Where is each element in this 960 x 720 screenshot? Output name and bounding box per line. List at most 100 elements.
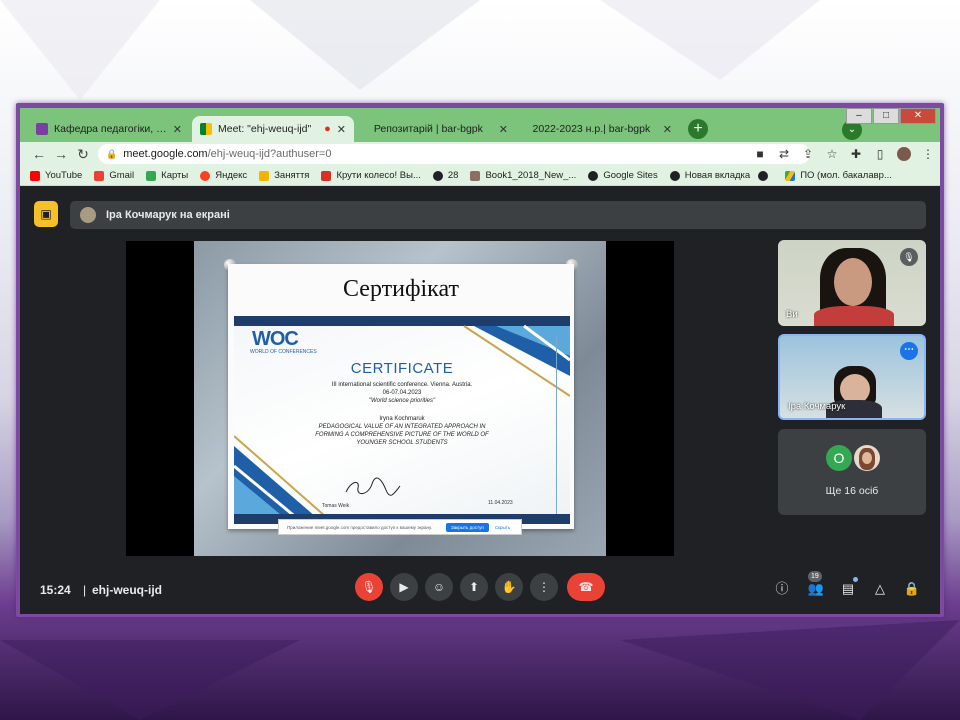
emoji-icon: ☺ <box>432 580 446 594</box>
info-icon: ⓘ <box>775 581 789 596</box>
classroom-icon <box>36 123 48 135</box>
meeting-details-button[interactable]: ⓘ <box>772 579 792 599</box>
bookmark-label: ПО (мол. бакалавр... <box>800 170 892 181</box>
yandex-icon <box>200 170 211 181</box>
host-controls-button[interactable]: 🔒 <box>902 579 922 599</box>
bookmark-google-sites[interactable]: Google Sites <box>588 170 658 181</box>
address-bar[interactable]: 🔒 meet.google.com/ehj-weuq-ijd?authuser=… <box>98 144 810 164</box>
hide-notice-link[interactable]: Скрыть <box>495 525 510 530</box>
bookmark-classes[interactable]: Заняття <box>259 170 309 181</box>
profile-avatar[interactable] <box>897 147 911 161</box>
recording-icon: ● <box>324 123 331 135</box>
meeting-controls-bar: 15:24 | ehj-weuq-ijd 🎙 ▶ ☺ ⬆ ✋ ⋮ ☎ ⓘ 👥 1… <box>20 567 940 614</box>
bookmark-maps[interactable]: Карты <box>146 170 188 181</box>
minimize-button[interactable]: – <box>846 108 872 124</box>
reactions-button[interactable]: ☺ <box>425 573 453 601</box>
certificate-topic: YOUNGER SCHOOL STUDENTS <box>356 440 448 446</box>
forward-icon[interactable]: → <box>50 146 72 162</box>
mic-off-icon: 🎙 <box>900 248 918 266</box>
close-icon[interactable]: ✕ <box>499 123 508 136</box>
chat-button[interactable]: ▤ <box>838 577 858 599</box>
camera-toggle-button[interactable]: ▶ <box>390 573 418 601</box>
stop-sharing-button[interactable]: Закрыть доступ <box>446 522 489 532</box>
close-icon[interactable]: ✕ <box>337 123 346 136</box>
back-icon[interactable]: ← <box>28 146 50 162</box>
bookmark-drive[interactable]: ПО (мол. бакалавр... <box>785 170 892 181</box>
activities-button[interactable]: △ <box>870 579 890 599</box>
woc-logo-subtitle: WORLD OF CONFERENCES <box>250 349 317 355</box>
certificate-topic: FORMING A COMPREHENSIVE PICTURE OF THE W… <box>315 432 489 438</box>
menu-icon[interactable]: ⋮ <box>916 147 940 161</box>
bookmark-new-tab[interactable]: Новая вкладка <box>669 170 750 181</box>
presenter-avatar <box>80 207 96 223</box>
shared-screen: Сертифікат WOC WORLD OF CONFERENCES CERT… <box>194 241 606 556</box>
google-icon <box>94 170 105 181</box>
tab-strip: Кафедра педагогіки, психології ✕ Meet: "… <box>20 108 940 142</box>
close-icon[interactable]: ✕ <box>173 123 182 136</box>
url-host: meet.google.com <box>123 148 208 160</box>
raise-hand-button[interactable]: ✋ <box>495 573 523 601</box>
more-vert-icon: ⋮ <box>538 580 550 594</box>
close-window-button[interactable]: ✕ <box>900 108 936 124</box>
bookmark-28[interactable]: 28 <box>432 170 459 181</box>
more-options-icon[interactable]: ⋯ <box>900 342 918 360</box>
people-count-badge: 19 <box>808 571 822 582</box>
share-icon[interactable]: ⇪ <box>796 147 820 161</box>
certificate-recipient: Iryna Kochmaruk <box>379 416 425 422</box>
bookmark-label: YouTube <box>45 170 83 181</box>
tab-kafedra[interactable]: Кафедра педагогіки, психології ✕ <box>28 116 190 142</box>
present-button[interactable]: ⬆ <box>460 573 488 601</box>
certificate-line: "World science priorities" <box>368 398 436 404</box>
present-screen-icon: ⬆ <box>468 580 480 594</box>
globe-icon <box>588 170 599 181</box>
tab-repozytarii[interactable]: Репозитарій | bar-bgpk ✕ <box>356 116 516 142</box>
more-participants-tile[interactable]: O Ще 16 осіб <box>778 429 926 515</box>
hang-up-icon: ☎ <box>578 580 594 594</box>
tab-label: Meet: "ehj-weuq-ijd" <box>218 123 312 135</box>
people-icon: 👥 <box>807 581 825 596</box>
maximize-button[interactable]: □ <box>873 108 899 124</box>
bookmark-yandex[interactable]: Яндекс <box>200 170 247 181</box>
bookmark-globe[interactable] <box>758 170 773 181</box>
participant-tile-self[interactable]: 🎙 Ви <box>778 240 926 326</box>
presenter-bar: Іра Кочмарук на екрані <box>70 201 926 229</box>
browser-window: Кафедра педагогіки, психології ✕ Meet: "… <box>20 108 940 614</box>
presentation-lock-button[interactable]: ▣ <box>34 201 58 227</box>
close-icon[interactable]: ✕ <box>663 123 672 136</box>
translate-icon[interactable]: ⇄ <box>772 147 796 161</box>
meeting-code: ehj-weuq-ijd <box>92 583 162 597</box>
participant-avatar-photo <box>854 445 880 471</box>
notice-text: Приложение meet.google.com предоставило … <box>287 524 433 530</box>
extensions-icon[interactable]: ✚ <box>844 147 868 161</box>
bookmark-label: 28 <box>447 170 459 181</box>
mic-toggle-button[interactable]: 🎙 <box>355 573 383 601</box>
people-button[interactable]: 👥 19 <box>806 571 826 599</box>
tab-label: Кафедра педагогіки, психології <box>54 123 167 135</box>
camera-icon[interactable]: ■ <box>748 147 772 161</box>
tab-2022-2023[interactable]: 2022-2023 н.р.| bar-bgpk ✕ <box>518 116 680 142</box>
mic-off-icon: 🎙 <box>361 580 377 594</box>
new-tab-button[interactable]: + <box>688 119 708 139</box>
maps-icon <box>146 170 157 181</box>
bookmark-book1[interactable]: Book1_2018_New_... <box>470 170 576 181</box>
leave-call-button[interactable]: ☎ <box>567 573 605 601</box>
browser-toolbar: ← → ↻ 🔒 meet.google.com/ehj-weuq-ijd?aut… <box>20 142 940 166</box>
more-options-button[interactable]: ⋮ <box>530 573 558 601</box>
reload-icon[interactable]: ↻ <box>72 146 94 163</box>
presentation-stage: Сертифікат WOC WORLD OF CONFERENCES CERT… <box>126 241 674 556</box>
bookmark-star-icon[interactable]: ☆ <box>820 147 844 161</box>
tab-meet[interactable]: Meet: "ehj-weuq-ijd" ● ✕ <box>192 116 354 142</box>
participant-name: Ви <box>786 309 798 320</box>
signature-image <box>345 477 401 496</box>
bookmark-gmail[interactable]: Gmail <box>94 170 134 181</box>
sidepanel-icon[interactable]: ▯ <box>868 147 892 161</box>
participant-avatar: O <box>826 445 852 471</box>
bookmark-youtube[interactable]: YouTube <box>30 170 82 181</box>
url-path: /ehj-weuq-ijd?authuser=0 <box>207 148 332 160</box>
bookmark-wheel[interactable]: Крути колесо! Вы... <box>321 170 421 181</box>
certificate-topic: PEDAGOGICAL VALUE OF AN INTEGRATED APPRO… <box>318 424 486 430</box>
lock-icon: 🔒 <box>106 148 118 159</box>
lock-person-icon: 🔒 <box>903 581 921 596</box>
participant-tile-presenter[interactable]: ⋯ Іра Кочмарук <box>778 334 926 420</box>
signer-name: Tomas Weik <box>322 503 350 509</box>
